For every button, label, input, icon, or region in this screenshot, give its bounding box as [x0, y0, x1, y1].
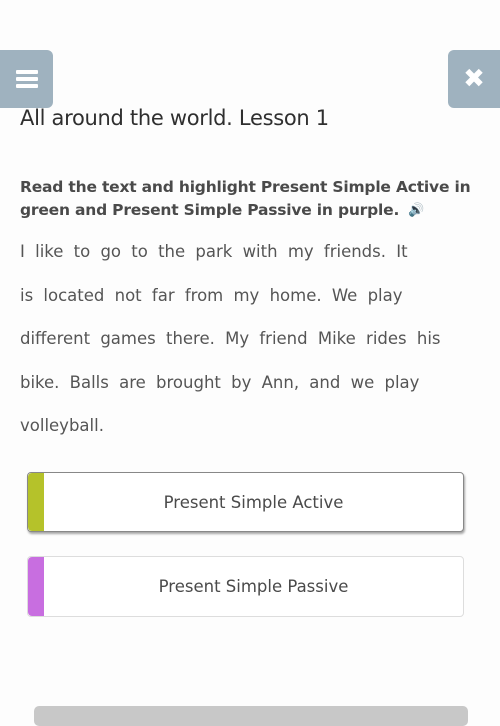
lesson-title: All around the world. Lesson 1: [20, 106, 329, 130]
instruction-text: Read the text and highlight Present Simp…: [20, 178, 471, 219]
passage-line[interactable]: bike. Balls are brought by Ann, and we p…: [20, 361, 470, 405]
option-label: Present Simple Active: [163, 492, 344, 512]
option-present-simple-passive[interactable]: Present Simple Passive: [27, 556, 464, 617]
menu-button[interactable]: [0, 50, 53, 108]
hamburger-menu-icon: [15, 70, 38, 88]
speaker-icon[interactable]: 🔊: [408, 199, 424, 222]
close-x-icon: ✖: [463, 64, 485, 94]
green-color-swatch: [28, 473, 44, 531]
purple-color-swatch: [28, 557, 44, 616]
passage-line[interactable]: I like to go to the park with my friends…: [20, 230, 470, 274]
bottom-action-button[interactable]: [34, 706, 468, 726]
option-present-simple-active[interactable]: Present Simple Active: [27, 472, 464, 532]
passage-line[interactable]: is located not far from my home. We play: [20, 274, 470, 318]
passage-line[interactable]: different games there. My friend Mike ri…: [20, 317, 470, 361]
task-instruction: Read the text and highlight Present Simp…: [20, 176, 490, 222]
reading-passage[interactable]: I like to go to the park with my friends…: [20, 230, 470, 448]
option-label: Present Simple Passive: [158, 577, 349, 596]
close-button[interactable]: ✖: [448, 50, 500, 108]
passage-line[interactable]: volleyball.: [20, 404, 470, 448]
